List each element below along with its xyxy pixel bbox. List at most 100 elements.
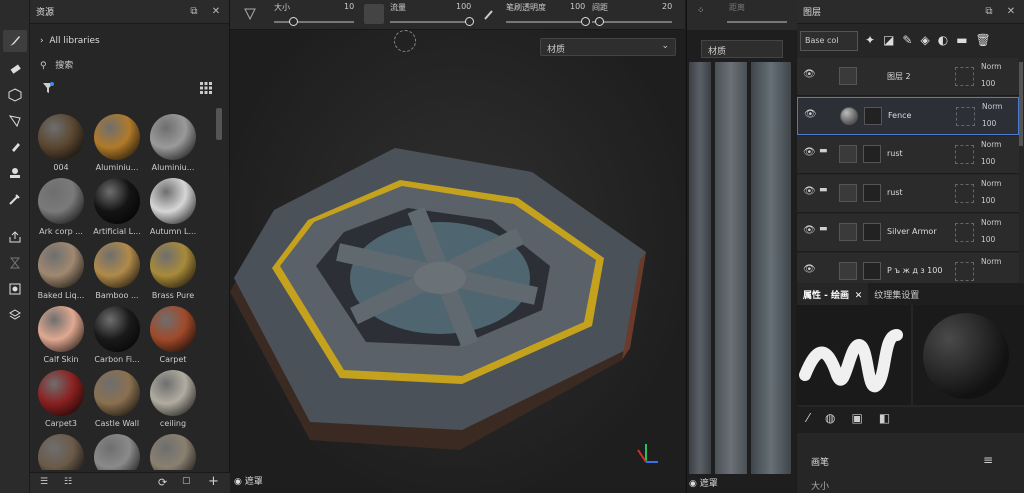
mask-thumbnail[interactable] (863, 145, 881, 163)
scrollbar[interactable] (216, 108, 222, 140)
tab-properties[interactable]: 属性 - 绘画 ✕ (797, 283, 869, 305)
brush-layer-icon[interactable]: ✎ (902, 33, 912, 47)
effects-icon[interactable]: ✦ (865, 33, 875, 47)
display-icon[interactable] (3, 304, 27, 326)
breadcrumb[interactable]: › All libraries (40, 36, 100, 46)
dots-icon[interactable]: ⁘ (697, 6, 705, 16)
material-tile[interactable]: Aluminiu... (90, 114, 144, 172)
import-icon[interactable]: ☰ (40, 477, 48, 487)
color-picker-icon[interactable] (3, 188, 27, 210)
list-icon[interactable]: ☷ (64, 477, 72, 487)
texture-icon[interactable]: ◍ (825, 411, 835, 429)
material-tile[interactable] (146, 434, 200, 470)
distance-slider[interactable] (727, 21, 787, 23)
flow-slider[interactable] (390, 21, 470, 23)
mask-thumbnail[interactable] (863, 223, 881, 241)
paint-brush-icon[interactable] (3, 30, 27, 52)
material-tile[interactable]: 004 (34, 114, 88, 172)
geometry-mask-icon[interactable] (3, 278, 27, 300)
layer-row[interactable]: 👁 Fence Norm 100 (797, 97, 1019, 135)
layer-row[interactable]: 👁 ▬ rust Norm 100 (797, 136, 1019, 174)
blend-mode[interactable]: Norm (981, 140, 1001, 149)
2d-viewport[interactable]: ⁘ 距离 材质 ◉ 遮罩 (686, 0, 797, 493)
fill-layer-icon[interactable]: ◈ (920, 33, 929, 47)
filter-icon[interactable] (42, 82, 54, 97)
spacing-slider-handle[interactable] (595, 17, 604, 26)
bake-icon[interactable] (3, 252, 27, 274)
flow-slider-handle[interactable] (465, 17, 474, 26)
refresh-icon[interactable]: ⟳ (158, 476, 167, 489)
2d-mask-toggle[interactable]: ◉ 遮罩 (689, 476, 718, 489)
material-tile[interactable]: Carpet (146, 306, 200, 364)
material-tile[interactable]: ceiling (146, 370, 200, 428)
layer-opacity[interactable]: 100 (981, 79, 995, 88)
material-tile[interactable]: Aluminiu... (146, 114, 200, 172)
undock-icon[interactable]: ⧉ (982, 6, 996, 17)
close-icon[interactable]: ✕ (855, 291, 863, 301)
brush-shape-icon[interactable] (364, 4, 384, 24)
scrollbar[interactable] (1019, 62, 1023, 146)
smudge-icon[interactable] (3, 136, 27, 158)
layer-row[interactable]: 👁 Р ъ ж д з 100 Norm (797, 253, 1019, 283)
layer-row[interactable]: 👁 图层 2 Norm 100 (797, 58, 1019, 96)
blend-mode[interactable]: Norm (981, 257, 1001, 266)
polygon-fill-icon[interactable] (3, 110, 27, 132)
opacity-slider[interactable] (506, 21, 586, 23)
material-tile[interactable] (34, 434, 88, 470)
viewport-mask-toggle[interactable]: ◉ 遮罩 (234, 474, 263, 487)
layer-row[interactable]: 👁 ▬ rust Norm 100 (797, 175, 1019, 213)
close-icon[interactable]: ✕ (209, 6, 223, 17)
material-tile[interactable]: Castle Wall (90, 370, 144, 428)
blend-mode[interactable]: Norm (981, 218, 1001, 227)
add-icon[interactable]: + (208, 474, 219, 489)
spacing-slider[interactable] (592, 21, 672, 23)
blend-mode[interactable]: Norm (981, 62, 1001, 71)
material-tile[interactable]: Carbon Fi... (90, 306, 144, 364)
material-tile[interactable]: Ark corp ... (34, 178, 88, 236)
size-slider[interactable] (274, 21, 354, 23)
layer-opacity[interactable]: 100 (981, 157, 995, 166)
new-folder-icon[interactable]: ▢ (182, 476, 191, 486)
visibility-eye-icon[interactable]: 👁 (803, 186, 816, 197)
mask-thumbnail[interactable] (864, 107, 882, 125)
folder-icon[interactable]: ▬ (956, 33, 967, 47)
material-icon[interactable]: ◧ (879, 411, 890, 429)
visibility-eye-icon[interactable]: 👁 (803, 147, 816, 158)
visibility-eye-icon[interactable]: 👁 (804, 109, 817, 120)
generator-icon[interactable]: ◐ (938, 33, 948, 47)
material-tile[interactable]: Baked Liq... (34, 242, 88, 300)
layer-row[interactable]: 👁 ▬ Silver Armor Norm 100 (797, 214, 1019, 252)
export-icon[interactable] (3, 226, 27, 248)
delete-icon[interactable]: 🗑 (976, 33, 991, 47)
opacity-slider-handle[interactable] (581, 17, 590, 26)
search-input[interactable]: ⚲ 搜索 (40, 58, 220, 72)
channel-select[interactable]: Base col (800, 31, 858, 51)
layer-opacity[interactable]: 100 (982, 119, 996, 128)
material-tile[interactable]: Carpet3 (34, 370, 88, 428)
tab-texture-set[interactable]: 纹理集设置 (868, 283, 925, 305)
grid-view-icon[interactable] (200, 82, 212, 97)
visibility-eye-icon[interactable]: 👁 (803, 264, 816, 275)
menu-icon[interactable]: ≡ (983, 453, 993, 467)
layer-opacity[interactable]: 100 (981, 196, 995, 205)
close-icon[interactable]: ✕ (1004, 6, 1018, 17)
material-tile[interactable]: Bamboo ... (90, 242, 144, 300)
material-tile[interactable]: Calf Skin (34, 306, 88, 364)
size-slider-handle[interactable] (289, 17, 298, 26)
clone-stamp-icon[interactable] (3, 162, 27, 184)
visibility-eye-icon[interactable]: 👁 (803, 225, 816, 236)
blend-mode[interactable]: Norm (982, 102, 1002, 111)
material-tile[interactable]: Autumn L... (146, 178, 200, 236)
mask-thumbnail[interactable] (863, 184, 881, 202)
brush-icon[interactable]: ⁄ (807, 411, 809, 429)
material-tile[interactable]: Artificial L... (90, 178, 144, 236)
layer-opacity[interactable]: 100 (981, 235, 995, 244)
stencil-icon[interactable]: ▣ (852, 411, 863, 429)
mask-thumbnail[interactable] (863, 262, 881, 280)
symmetry-icon[interactable] (242, 6, 258, 25)
material-tile[interactable]: Brass Pure (146, 242, 200, 300)
3d-viewport[interactable]: 材质 ⌄ ◉ 遮罩 (230, 30, 685, 493)
undock-icon[interactable]: ⧉ (187, 6, 201, 17)
eraser-icon[interactable] (3, 58, 27, 80)
material-tile[interactable] (90, 434, 144, 470)
